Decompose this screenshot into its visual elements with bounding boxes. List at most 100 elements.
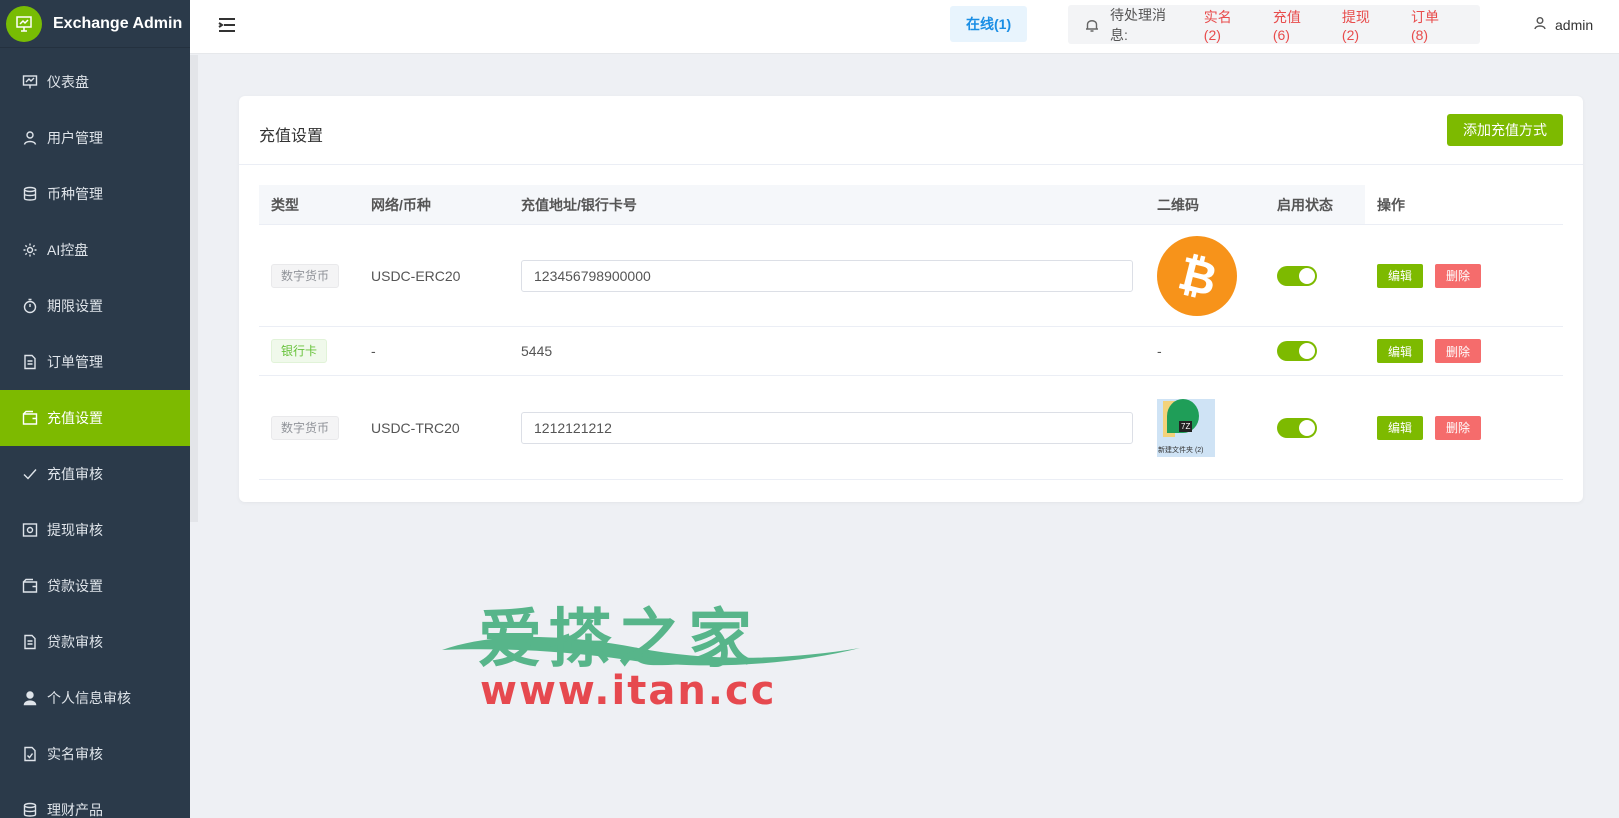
watermark: 爱搽之家 www.itan.cc (438, 588, 864, 714)
sidebar-item-dashboard[interactable]: 仪表盘 (0, 54, 190, 110)
table-header: 类型 网络/币种 充值地址/银行卡号 二维码 启用状态 操作 (259, 185, 1563, 225)
document-check-icon (22, 746, 38, 762)
app-title: Exchange Admin (53, 14, 183, 32)
database-icon (22, 802, 38, 818)
card-header: 充值设置 添加充值方式 (239, 96, 1583, 165)
database-icon (22, 186, 38, 202)
stopwatch-icon (22, 298, 38, 314)
logo-bar: Exchange Admin (0, 0, 190, 48)
watermark-url: www.itan.cc (480, 668, 777, 714)
enable-toggle[interactable] (1277, 341, 1317, 361)
withdraw-icon (22, 522, 38, 538)
sidebar-item-ai-control[interactable]: AI控盘 (0, 222, 190, 278)
sidebar-item-orders[interactable]: 订单管理 (0, 334, 190, 390)
wallet-icon (22, 410, 38, 426)
check-icon (22, 466, 38, 482)
status-cell (1265, 327, 1365, 375)
column-header-type: 类型 (271, 196, 299, 213)
sidebar-item-recharge-review[interactable]: 充值审核 (0, 446, 190, 502)
enable-toggle[interactable] (1277, 417, 1317, 438)
type-tag: 银行卡 (271, 339, 328, 363)
sidebar-item-label: 理财产品 (47, 802, 103, 818)
sidebar-item-label: 贷款审核 (47, 634, 103, 650)
sidebar-item-withdraw-review[interactable]: 提现审核 (0, 502, 190, 558)
person-icon (22, 690, 38, 706)
status-cell (1265, 376, 1365, 479)
column-header-address: 充值地址/银行卡号 (521, 196, 637, 213)
type-tag: 数字货币 (271, 263, 340, 288)
sidebar-item-label: 用户管理 (47, 130, 103, 146)
sidebar-item-personal-info-review[interactable]: 个人信息审核 (0, 670, 190, 726)
dashboard-icon (22, 74, 38, 90)
gear-icon (22, 242, 38, 258)
delete-button[interactable]: 删除 (1435, 415, 1482, 440)
qrcode-thumbnail[interactable]: 7Z 新建文件夹 (2) (1157, 398, 1215, 457)
delete-button[interactable]: 删除 (1435, 263, 1482, 288)
column-header-status: 启用状态 (1277, 196, 1333, 213)
sidebar-item-users[interactable]: 用户管理 (0, 110, 190, 166)
wallet-icon (22, 578, 38, 594)
sidebar-item-term-settings[interactable]: 期限设置 (0, 278, 190, 334)
edit-button[interactable]: 编辑 (1377, 263, 1424, 288)
address-cell (509, 225, 1145, 326)
sidebar-item-label: 仪表盘 (47, 74, 89, 90)
sidebar-item-label: 实名审核 (47, 746, 103, 762)
pending-orders-link[interactable]: 订单(8) (1411, 7, 1456, 43)
qrcode-cell: ₿ (1145, 225, 1265, 326)
address-cell (509, 376, 1145, 479)
bitcoin-icon[interactable]: ₿ (1157, 235, 1237, 316)
sidebar-item-label: 充值设置 (47, 410, 103, 426)
column-header-qrcode: 二维码 (1157, 196, 1199, 213)
type-cell: 银行卡 (259, 327, 359, 375)
network-cell: USDC-TRC20 (371, 419, 460, 436)
sidebar-item-realname-review[interactable]: 实名审核 (0, 726, 190, 782)
qrcode-cell: 7Z 新建文件夹 (2) (1145, 376, 1265, 479)
address-input[interactable] (521, 411, 1133, 444)
document-icon (22, 634, 38, 650)
pending-messages: 待处理消息: 实名(2) 充值(6) 提现(2) 订单(8) (1068, 5, 1480, 44)
add-recharge-method-button[interactable]: 添加充值方式 (1447, 114, 1563, 146)
pending-withdraw-link[interactable]: 提现(2) (1342, 7, 1387, 43)
sidebar-item-label: 充值审核 (47, 466, 103, 482)
status-cell (1265, 225, 1365, 326)
network-cell: - (371, 343, 376, 359)
sidebar-nav: 仪表盘 用户管理 币种管理 AI控盘 期限设置 订单管理 充值设置 充值审核 提… (0, 54, 190, 818)
recharge-settings-card: 充值设置 添加充值方式 类型 网络/币种 充值地址/银行卡号 二维码 启用状态 … (239, 96, 1583, 502)
sidebar-item-recharge-settings[interactable]: 充值设置 (0, 390, 190, 446)
online-count-badge[interactable]: 在线(1) (950, 6, 1028, 42)
network-cell: USDC-ERC20 (371, 267, 461, 284)
sidebar-item-label: 贷款设置 (47, 578, 103, 594)
type-cell: 数字货币 (259, 225, 359, 326)
sidebar-item-loan-settings[interactable]: 贷款设置 (0, 558, 190, 614)
pending-recharge-link[interactable]: 充值(6) (1273, 7, 1318, 43)
delete-button[interactable]: 删除 (1435, 339, 1482, 363)
logo-presentation-icon (6, 5, 42, 42)
pending-realname-link[interactable]: 实名(2) (1204, 7, 1249, 43)
sidebar-item-coins[interactable]: 币种管理 (0, 166, 190, 222)
sidebar-scrollbar[interactable] (190, 55, 198, 522)
user-icon (1533, 16, 1555, 33)
menu-toggle-icon[interactable] (218, 16, 236, 34)
edit-button[interactable]: 编辑 (1377, 339, 1424, 363)
actions-cell: 编辑 删除 (1365, 225, 1563, 326)
type-tag: 数字货币 (271, 415, 340, 440)
sidebar-item-label: AI控盘 (47, 242, 89, 258)
top-header: 在线(1) 待处理消息: 实名(2) 充值(6) 提现(2) 订单(8) adm… (190, 0, 1619, 54)
table-row: 数字货币 USDC-TRC20 7Z 新建文件夹 (2) 编辑 删除 (259, 376, 1563, 480)
sidebar-item-label: 期限设置 (47, 298, 103, 314)
actions-cell: 编辑 删除 (1365, 376, 1563, 479)
user-menu[interactable]: admin (1533, 16, 1593, 33)
sidebar-item-loan-review[interactable]: 贷款审核 (0, 614, 190, 670)
sidebar-item-wealth-products[interactable]: 理财产品 (0, 782, 190, 818)
bell-icon (1084, 17, 1100, 33)
sidebar-item-label: 提现审核 (47, 522, 103, 538)
column-header-network: 网络/币种 (371, 196, 431, 213)
address-input[interactable] (521, 259, 1133, 292)
sidebar-item-label: 币种管理 (47, 186, 103, 202)
document-icon (22, 354, 38, 370)
recharge-methods-table: 类型 网络/币种 充值地址/银行卡号 二维码 启用状态 操作 数字货币 USDC… (259, 185, 1563, 480)
pending-label: 待处理消息: (1110, 6, 1166, 43)
table-row: 数字货币 USDC-ERC20 ₿ 编辑 删除 (259, 225, 1563, 327)
edit-button[interactable]: 编辑 (1377, 415, 1424, 440)
enable-toggle[interactable] (1277, 265, 1317, 286)
